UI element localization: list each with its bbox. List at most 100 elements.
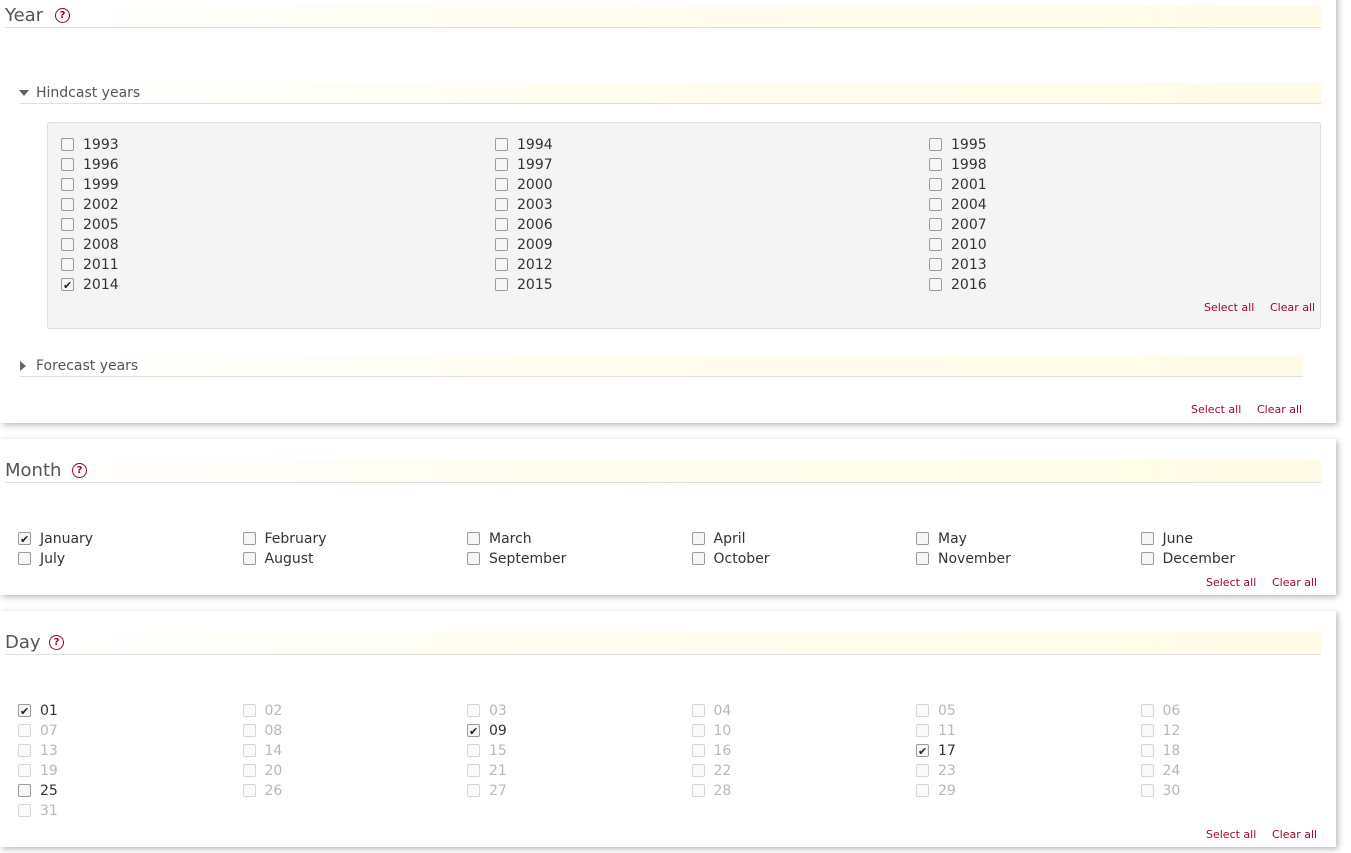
forecast-years-toggle[interactable]: Forecast years xyxy=(20,356,1303,377)
checkbox-box xyxy=(691,744,705,757)
checkbox-box xyxy=(1140,784,1154,797)
checkbox-label: February xyxy=(264,531,327,547)
checkbox-box[interactable] xyxy=(1140,552,1154,565)
month-clear-all-link[interactable]: Clear all xyxy=(1272,576,1317,590)
checkbox-box xyxy=(18,804,31,817)
month-section-header: Month ? xyxy=(5,460,1321,483)
checkbox-label: 08 xyxy=(264,723,283,739)
checkbox-box xyxy=(916,724,929,737)
checkbox-box[interactable] xyxy=(467,532,480,545)
checkbox-box[interactable] xyxy=(61,218,74,231)
checkbox-box[interactable] xyxy=(61,198,74,211)
checkbox-label: 23 xyxy=(938,763,956,779)
year-select-all-link[interactable]: Select all xyxy=(1191,403,1241,417)
checkbox-box[interactable] xyxy=(18,702,31,722)
year-section-title: Year xyxy=(5,5,44,26)
checkbox-label: 27 xyxy=(489,783,507,799)
hindcast-select-all-link[interactable]: Select all xyxy=(1204,301,1254,315)
checkbox-box[interactable] xyxy=(929,218,942,231)
help-icon[interactable]: ? xyxy=(49,635,64,650)
checkbox-box[interactable] xyxy=(916,552,929,565)
checkbox-box xyxy=(242,744,256,757)
checkbox-box[interactable] xyxy=(495,258,508,271)
checkbox-box[interactable] xyxy=(61,276,74,296)
checkbox-box[interactable] xyxy=(61,158,74,171)
checkbox-box xyxy=(916,704,929,717)
checkbox-label: 25 xyxy=(40,783,58,799)
checkbox-box[interactable] xyxy=(18,552,31,565)
checkbox-box[interactable] xyxy=(18,784,31,797)
checkbox-label: May xyxy=(938,531,967,547)
checkbox-label: 26 xyxy=(264,783,283,799)
checkbox-label: 2005 xyxy=(83,217,119,233)
checkbox-box[interactable] xyxy=(495,238,508,251)
help-icon[interactable]: ? xyxy=(72,463,87,478)
checkbox-label: 1993 xyxy=(83,137,119,153)
checkbox-label: 1995 xyxy=(951,137,987,153)
checkbox-label: 2007 xyxy=(951,217,987,233)
checkbox-box[interactable] xyxy=(929,278,942,291)
checkbox-label: 2006 xyxy=(517,217,553,233)
checkbox-label: 22 xyxy=(713,763,732,779)
year-section-header: Year ? xyxy=(5,5,1321,28)
checkbox-box[interactable] xyxy=(467,552,480,565)
checkbox-label: 2011 xyxy=(83,257,119,273)
checkbox-box[interactable] xyxy=(929,158,942,171)
checkbox-box[interactable] xyxy=(61,238,74,251)
checkbox-box[interactable] xyxy=(242,532,256,545)
hindcast-clear-all-link[interactable]: Clear all xyxy=(1270,301,1315,315)
checkbox-label: 1997 xyxy=(517,157,553,173)
checkbox-label: 1998 xyxy=(951,157,987,173)
checkbox-label: December xyxy=(1162,551,1236,567)
checkbox-box[interactable] xyxy=(495,138,508,151)
checkbox-label: 16 xyxy=(713,743,732,759)
day-clear-all-link[interactable]: Clear all xyxy=(1272,828,1317,842)
checkbox-box[interactable] xyxy=(691,532,705,545)
hindcast-years-label: Hindcast years xyxy=(36,85,141,101)
checkbox-box[interactable] xyxy=(18,530,31,550)
checkbox-box[interactable] xyxy=(929,138,942,151)
day-select-all-link[interactable]: Select all xyxy=(1206,828,1256,842)
checkbox-label: July xyxy=(40,551,66,567)
year-clear-all-link[interactable]: Clear all xyxy=(1257,403,1302,417)
checkbox-label: 2013 xyxy=(951,257,987,273)
checkbox-label: 2002 xyxy=(83,197,119,213)
checkbox-box[interactable] xyxy=(1140,532,1154,545)
checkbox-box[interactable] xyxy=(242,552,256,565)
checkbox-label: 2004 xyxy=(951,197,987,213)
checkbox-label: 2000 xyxy=(517,177,553,193)
checkbox-box xyxy=(242,724,256,737)
checkbox-box[interactable] xyxy=(916,532,929,545)
hindcast-years-toggle[interactable]: Hindcast years xyxy=(19,83,1321,104)
checkbox-box[interactable] xyxy=(929,238,942,251)
month-select-all-link[interactable]: Select all xyxy=(1206,576,1256,590)
checkbox-box[interactable] xyxy=(495,218,508,231)
checkbox-label: August xyxy=(264,551,314,567)
checkbox-label: 14 xyxy=(264,743,283,759)
checkbox-box xyxy=(916,764,929,777)
checkbox-box xyxy=(916,784,929,797)
help-icon[interactable]: ? xyxy=(55,8,70,23)
checkbox-label: 2009 xyxy=(517,237,553,253)
checkbox-box[interactable] xyxy=(929,178,942,191)
checkbox-box[interactable] xyxy=(467,722,480,742)
checkbox-box[interactable] xyxy=(495,158,508,171)
checkbox-box[interactable] xyxy=(495,278,508,291)
checkbox-box[interactable] xyxy=(61,178,74,191)
checkbox-box[interactable] xyxy=(691,552,705,565)
checkbox-box[interactable] xyxy=(929,258,942,271)
checkbox-box[interactable] xyxy=(916,742,929,762)
hindcast-years-box: 1993 1994 1995 1996 1997 1998 1999 2000 2001 2002… xyxy=(47,122,1321,329)
checkbox-box[interactable] xyxy=(61,258,74,271)
checkbox-box[interactable] xyxy=(495,198,508,211)
day-section-title: Day xyxy=(5,632,41,653)
checkbox-box[interactable] xyxy=(929,198,942,211)
checkbox-box[interactable] xyxy=(495,178,508,191)
checkbox-label: 2014 xyxy=(83,277,119,293)
checkbox-label: June xyxy=(1162,531,1194,547)
checkbox-label: 07 xyxy=(40,723,58,739)
month-panel: Month ? January February March April May June… xyxy=(0,439,1336,595)
checkbox-box[interactable] xyxy=(61,138,74,151)
checkbox-label: 11 xyxy=(938,723,956,739)
checkbox-label: 24 xyxy=(1162,763,1181,779)
